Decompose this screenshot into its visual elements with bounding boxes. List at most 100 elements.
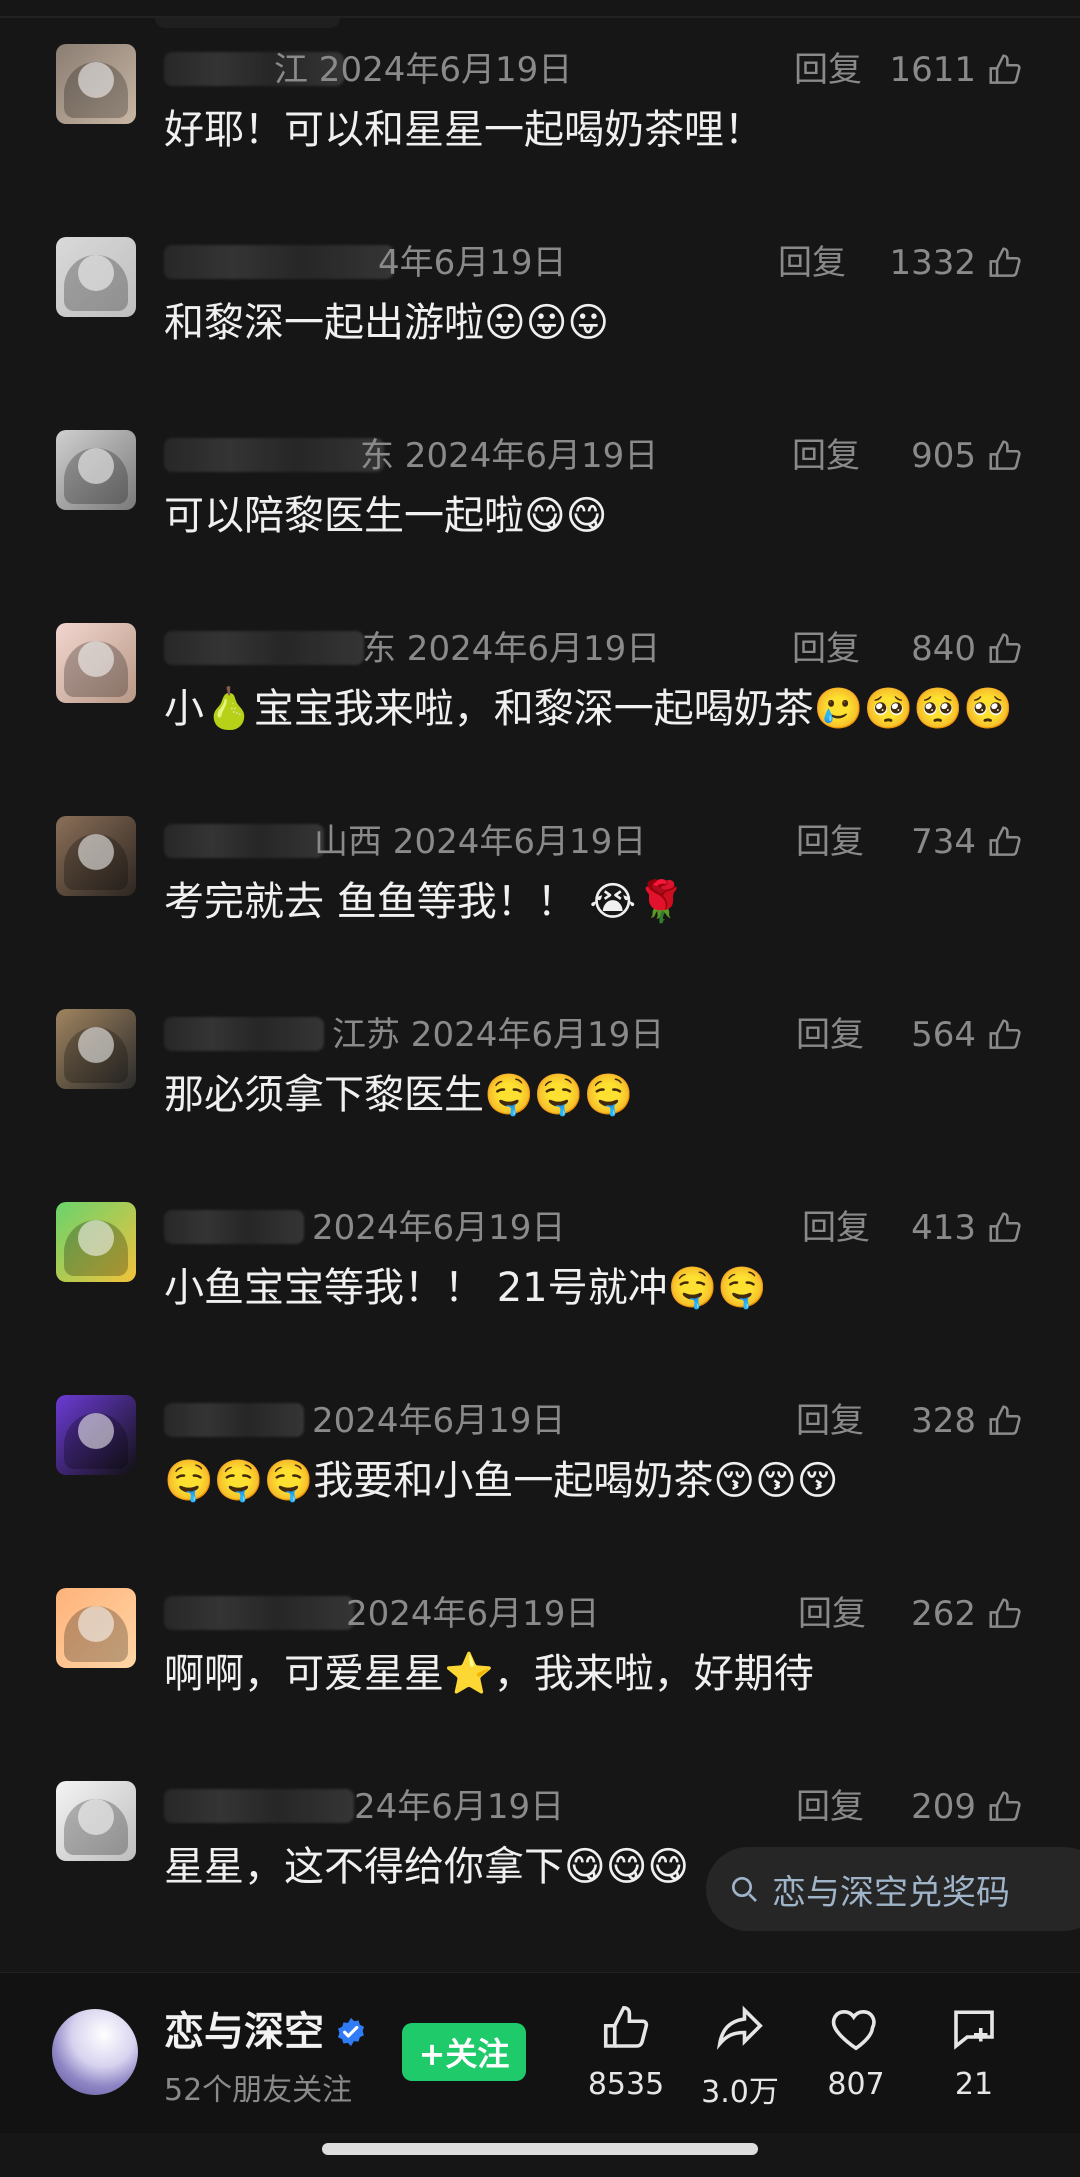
thumbs-up-icon [989, 247, 1021, 277]
comment-item[interactable]: 山西 2024年6月19日 回复 734 考完就去 鱼鱼等我！！ 😭🌹 [0, 802, 1080, 995]
redacted-username [164, 1403, 304, 1437]
comment-meta: 2024年6月19日 回复 328 [164, 1399, 1024, 1443]
friend-follow-count: 52个朋友关注 [164, 2073, 353, 2108]
comment-meta: 江 2024年6月19日 回复 1611 [164, 48, 1024, 92]
favorite-action[interactable]: 807 [796, 2001, 916, 2121]
redacted-username [164, 438, 384, 472]
like-control[interactable]: 1611 [889, 50, 1024, 90]
comment-item[interactable]: 4年6月19日 回复 1332 和黎深一起出游啦😛😛😛 [0, 223, 1080, 416]
like-control[interactable]: 209 [911, 1787, 1024, 1827]
reply-button[interactable]: 回复 [796, 1787, 864, 1827]
like-count: 1611 [889, 50, 976, 90]
user-avatar[interactable] [56, 1588, 136, 1668]
redacted-username [164, 1210, 304, 1244]
user-avatar[interactable] [56, 430, 136, 510]
thumbs-up-icon [989, 54, 1021, 84]
reply-button[interactable]: 回复 [798, 1594, 866, 1634]
like-count: 413 [911, 1208, 976, 1248]
redacted-username [164, 1596, 354, 1630]
avatar-face [78, 1413, 114, 1449]
account-name-text: 恋与深空 [164, 2009, 324, 2055]
comment-text: 🤤🤤🤤我要和小鱼一起喝奶茶😚😚😚 [164, 1458, 839, 1504]
like-count: 262 [911, 1594, 976, 1634]
thumbs-up-icon [989, 440, 1021, 470]
comment-action[interactable]: 21 [914, 2001, 1034, 2121]
like-control[interactable]: 413 [911, 1208, 1024, 1248]
thumbs-up-icon [603, 2005, 649, 2048]
comment-item[interactable]: 2024年6月19日 回复 262 啊啊，可爱星星⭐，我来啦，好期待 [0, 1574, 1080, 1767]
location-date: 江 2024年6月19日 [274, 50, 573, 90]
search-icon [732, 1877, 757, 1902]
account-name[interactable]: 恋与深空 [164, 2007, 368, 2057]
like-count: 840 [911, 629, 976, 669]
account-avatar[interactable] [52, 2009, 138, 2095]
user-avatar[interactable] [56, 816, 136, 896]
like-control[interactable]: 262 [911, 1594, 1024, 1634]
like-action[interactable]: 8535 [566, 2001, 686, 2121]
location-date: 2024年6月19日 [312, 1208, 566, 1248]
thumbs-up-icon [989, 1405, 1021, 1435]
like-control[interactable]: 328 [911, 1401, 1024, 1441]
comment-item[interactable]: 2024年6月19日 回复 413 小鱼宝宝等我！！ 21号就冲🤤🤤 [0, 1188, 1080, 1381]
user-avatar[interactable] [56, 1781, 136, 1861]
comment-item[interactable]: 江 2024年6月19日 回复 1611 好耶！可以和星星一起喝奶茶哩！ [0, 30, 1080, 223]
like-control[interactable]: 1332 [889, 243, 1024, 283]
like-count: 1332 [889, 243, 976, 283]
reply-button[interactable]: 回复 [778, 243, 846, 283]
reply-button[interactable]: 回复 [792, 629, 860, 669]
comment-meta: 东 2024年6月19日 回复 905 [164, 434, 1024, 478]
user-avatar[interactable] [56, 1009, 136, 1089]
comment-item[interactable]: 2024年6月19日 回复 328 🤤🤤🤤我要和小鱼一起喝奶茶😚😚😚 [0, 1381, 1080, 1574]
user-avatar[interactable] [56, 237, 136, 317]
location-date: 4年6月19日 [378, 243, 567, 283]
share-icon [716, 2005, 763, 2050]
like-control[interactable]: 905 [911, 436, 1024, 476]
avatar-face [78, 641, 114, 677]
comment-plus-icon [954, 2010, 994, 2050]
avatar-face [78, 1799, 114, 1835]
reply-button[interactable]: 回复 [796, 1015, 864, 1055]
thumbs-up-icon [989, 826, 1021, 856]
location-date: 东 2024年6月19日 [362, 629, 661, 669]
search-chip-label: 恋与深空兑奖码 [772, 1872, 1010, 1913]
share-action[interactable]: 3.0万 [680, 2001, 800, 2121]
reply-button[interactable]: 回复 [792, 436, 860, 476]
redacted-username [164, 1017, 324, 1051]
user-avatar[interactable] [56, 1202, 136, 1282]
avatar-face [78, 1606, 114, 1642]
avatar-face [78, 834, 114, 870]
thumbs-up-icon [989, 1212, 1021, 1242]
comment-text: 星星，这不得给你拿下😋😋😋 [164, 1844, 690, 1890]
location-date: 山西 2024年6月19日 [314, 822, 647, 862]
reply-button[interactable]: 回复 [794, 50, 862, 90]
reply-button[interactable]: 回复 [802, 1208, 870, 1248]
verified-badge-icon [337, 2017, 365, 2047]
follow-button[interactable]: +关注 [402, 2023, 526, 2081]
location-date: 东 2024年6月19日 [360, 436, 659, 476]
like-control[interactable]: 734 [911, 822, 1024, 862]
like-control[interactable]: 564 [911, 1015, 1024, 1055]
like-count: 564 [911, 1015, 976, 1055]
user-avatar[interactable] [56, 1395, 136, 1475]
search-chip[interactable]: 恋与深空兑奖码 [706, 1847, 1080, 1931]
location-date: 2024年6月19日 [312, 1401, 566, 1441]
comment-item[interactable]: 江苏 2024年6月19日 回复 564 那必须拿下黎医生🤤🤤🤤 [0, 995, 1080, 1188]
reply-button[interactable]: 回复 [796, 1401, 864, 1441]
user-avatar[interactable] [56, 44, 136, 124]
comment-meta: 江苏 2024年6月19日 回复 564 [164, 1013, 1024, 1057]
reply-button[interactable]: 回复 [796, 822, 864, 862]
bottom-bar: 恋与深空 52个朋友关注 +关注 8535 3.0万 807 21 [0, 1972, 1080, 2133]
avatar-face [78, 1027, 114, 1063]
share-total: 3.0万 [701, 2075, 779, 2110]
favorite-total: 807 [827, 2067, 885, 2102]
thumbs-up-icon [989, 1598, 1021, 1628]
location-date: 江苏 2024年6月19日 [332, 1015, 665, 1055]
comment-item[interactable]: 东 2024年6月19日 回复 905 可以陪黎医生一起啦😋😋 [0, 416, 1080, 609]
comment-item[interactable]: 东 2024年6月19日 回复 840 小🍐宝宝我来啦，和黎深一起喝奶茶🥲🥺🥺🥺 [0, 609, 1080, 802]
comment-meta: 2024年6月19日 回复 413 [164, 1206, 1024, 1250]
avatar-face [78, 448, 114, 484]
user-avatar[interactable] [56, 623, 136, 703]
avatar-face [78, 1220, 114, 1256]
thumbs-up-icon [989, 633, 1021, 663]
like-control[interactable]: 840 [911, 629, 1024, 669]
